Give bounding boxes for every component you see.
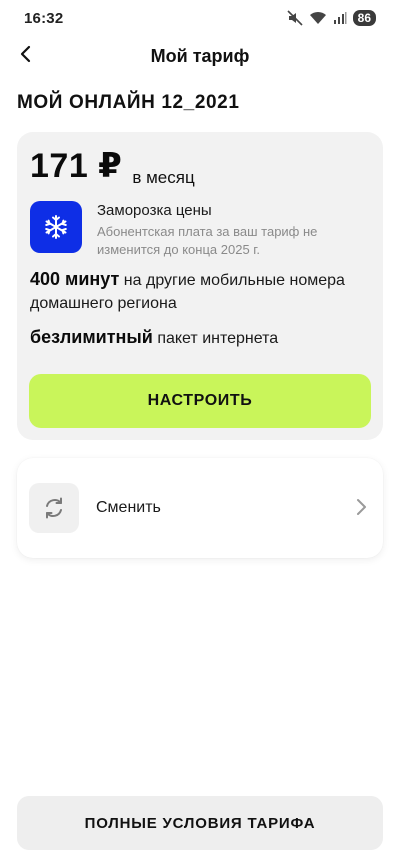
page-title: Мой тариф: [150, 45, 250, 66]
chevron-left-icon: [19, 45, 33, 68]
change-label: Сменить: [96, 499, 161, 516]
refresh-icon: [29, 483, 79, 533]
freeze-description: Абонентская плата за ваш тариф не измени…: [97, 224, 318, 257]
price-amount: 171 ₽: [30, 147, 123, 185]
minutes-info: 400 минут на другие мобильные номера дом…: [30, 268, 375, 315]
price-row: 171 ₽ в месяц: [30, 146, 195, 187]
status-time: 16:32: [24, 9, 64, 27]
price-period: в месяц: [132, 168, 195, 187]
minutes-value: 400 минут: [30, 269, 120, 289]
internet-value: безлимитный: [30, 327, 153, 347]
tariff-card: 171 ₽ в месяц Заморозка цены Абонентская…: [17, 132, 383, 440]
internet-text: пакет интернета: [157, 330, 279, 347]
change-tariff-item[interactable]: Сменить: [17, 458, 383, 558]
screen: 16:32 86 Мой тариф МОЙ ОНЛАЙН 12_2021 17…: [0, 0, 400, 867]
snowflake-icon: [30, 201, 82, 253]
status-bar: 16:32 86: [0, 0, 400, 36]
chevron-right-icon: [355, 498, 367, 521]
signal-icon: [333, 11, 347, 25]
mute-icon: [287, 10, 303, 26]
full-terms-button[interactable]: ПОЛНЫЕ УСЛОВИЯ ТАРИФА: [17, 796, 383, 850]
status-icons: 86: [287, 10, 376, 26]
battery-level: 86: [352, 10, 376, 26]
freeze-title: Заморозка цены: [97, 202, 212, 219]
plan-name: МОЙ ОНЛАЙН 12_2021: [17, 92, 240, 113]
internet-info: безлимитный пакет интернета: [30, 326, 375, 350]
wifi-icon: [309, 11, 327, 25]
header: Мой тариф: [0, 36, 400, 76]
back-button[interactable]: [10, 40, 42, 72]
configure-button[interactable]: НАСТРОИТЬ: [29, 374, 371, 428]
